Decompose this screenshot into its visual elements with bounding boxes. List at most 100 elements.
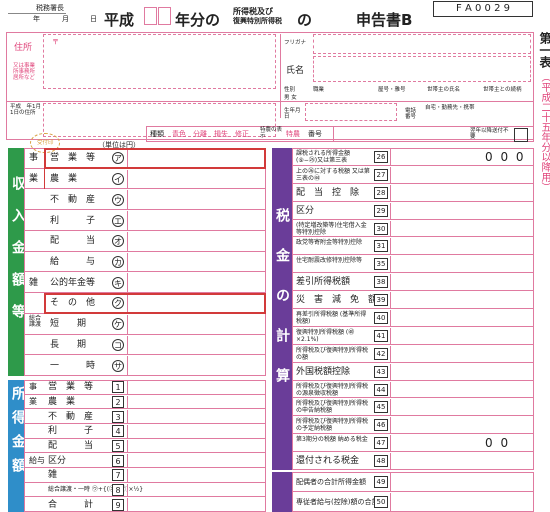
shotoku-amount-field[interactable] — [127, 454, 266, 467]
tax-row-label: 災 害 減 免 額 — [296, 295, 378, 306]
kind-option-separate[interactable]: 分離 — [193, 130, 207, 138]
income-row-label: 農 業 — [50, 174, 78, 185]
income-amount-field[interactable] — [127, 314, 266, 334]
shotoku-row-label: 合 計 — [48, 499, 94, 510]
name-field[interactable] — [313, 56, 531, 82]
income-row-label: 長 期 — [50, 339, 87, 350]
birth-field[interactable] — [305, 103, 397, 121]
shotoku-amount-field[interactable] — [127, 439, 266, 453]
tax-amount-field[interactable] — [390, 238, 533, 255]
tax-amount-field[interactable] — [390, 327, 533, 344]
shotoku-num: 2 — [112, 396, 124, 408]
tax-row-label: (特定増改築等)住宅借入金等特別控除 — [296, 221, 367, 236]
income-amount-field[interactable] — [127, 190, 266, 210]
furigana-label: フリガナ — [284, 40, 307, 46]
year-digit-2[interactable] — [158, 7, 171, 25]
address-field[interactable] — [43, 34, 276, 89]
shotoku-row-label: 雑 — [48, 470, 58, 481]
income-amount-field[interactable] — [127, 356, 266, 375]
income-row-label: 配 当 — [50, 236, 96, 247]
income-row-label: 公的年金等 — [50, 277, 96, 288]
office-suffix: 税務署長 — [36, 4, 64, 12]
tax-amount-field[interactable] — [390, 435, 533, 452]
tax-row-label: 所得税及び復興特別所得税の申告納税額 — [296, 400, 369, 415]
other-amount-field[interactable] — [390, 473, 533, 491]
kind-option-blue[interactable]: 青色 — [172, 130, 186, 138]
shotoku-amount-field[interactable] — [127, 469, 266, 482]
tax-row-label: 住宅耐震改修特別控除等 — [296, 257, 363, 265]
tax-amount-field[interactable] — [390, 184, 533, 201]
year-suffix: 年分の — [175, 11, 221, 29]
kind-option-amend[interactable]: 修正 — [235, 130, 249, 138]
income-amount-field[interactable] — [127, 211, 266, 230]
other-amount-field[interactable] — [390, 493, 533, 511]
other-section-bar — [272, 472, 292, 512]
side-note: （平成二十五年分以降用） — [539, 72, 550, 192]
jan1-address-label: 平成 年1月1日の住所 — [10, 104, 41, 116]
highlight-business — [44, 148, 266, 169]
income-amount-field[interactable] — [127, 231, 266, 251]
tax-amount-field[interactable] — [390, 256, 533, 273]
tax-row-label: 所得税及び復興特別所得税の源泉徴収税額 — [296, 382, 369, 397]
income-amount-field[interactable] — [127, 273, 266, 293]
date-day: 日 — [90, 15, 97, 23]
tax-amount-field[interactable] — [390, 345, 533, 362]
special-value[interactable]: 特農 — [286, 130, 300, 138]
tax-num: 40 — [374, 311, 388, 324]
tax-num: 27 — [374, 168, 388, 181]
tax-num: 48 — [374, 455, 388, 468]
furigana-field[interactable] — [313, 34, 531, 54]
phone-kinds: 自宅・勤務先・携帯 — [425, 105, 475, 111]
income-mark: コ — [112, 338, 124, 351]
tax-amount-field[interactable] — [390, 417, 533, 434]
income-amount-field[interactable] — [127, 169, 266, 189]
tax-amount-field[interactable] — [390, 399, 533, 416]
shotoku-amount-field[interactable] — [127, 395, 266, 409]
tax-row-label: 上の㉖に対する税額 又は第三表の㊹ — [296, 167, 370, 182]
shotoku-num: 9 — [112, 498, 124, 511]
tax-amount-field[interactable] — [390, 310, 533, 326]
date-year: 年 — [33, 15, 40, 23]
shotoku-amount-field[interactable] — [127, 425, 266, 438]
info-rule — [6, 101, 534, 102]
tax-amount-field[interactable] — [390, 166, 533, 183]
income-main-label: 業 — [29, 174, 39, 185]
name-label: 氏名 — [286, 66, 305, 76]
tax-amount-field[interactable] — [390, 292, 533, 308]
tax-amount-field[interactable] — [390, 381, 533, 398]
income-amount-field[interactable] — [127, 252, 266, 272]
stub-checkbox[interactable] — [514, 128, 528, 142]
tax-amount-field[interactable] — [390, 220, 533, 237]
shotoku-row-label: 利 子 — [48, 426, 94, 437]
shotoku-amount-field[interactable] — [127, 381, 266, 394]
number-field[interactable] — [333, 127, 452, 141]
shotoku-row-label: 農 業 — [48, 397, 76, 407]
tax-num: 31 — [374, 240, 388, 253]
kind-option-loss[interactable]: 損失 — [214, 130, 228, 138]
tax-num: 43 — [374, 365, 388, 378]
income-main-label: 事 — [29, 153, 39, 164]
tax-num: 29 — [374, 204, 388, 217]
shotoku-row-label: 不 動 産 — [48, 411, 94, 422]
shotoku-amount-field[interactable] — [127, 498, 266, 511]
tax-amount-field[interactable] — [390, 274, 533, 291]
tax-num: 30 — [374, 222, 388, 235]
shotoku-amount-field[interactable] — [127, 410, 266, 423]
tax-num: 42 — [374, 347, 388, 360]
income-mark: カ — [112, 256, 124, 268]
tax-amount-field[interactable] — [390, 202, 533, 219]
shotoku-amount-field[interactable] — [127, 483, 266, 497]
tax-amount-field[interactable] — [390, 453, 533, 469]
tax-amount-field[interactable] — [390, 363, 533, 380]
special-label: 特農の表示 — [260, 127, 283, 139]
income-section-bar: 収入金額等 — [8, 148, 26, 376]
income-row-label: 短 期 — [50, 319, 87, 330]
income-main-label: 総合譲渡 — [29, 314, 42, 328]
tax-num: 47 — [374, 437, 388, 450]
income-amount-field[interactable] — [127, 335, 266, 355]
tax-num: 35 — [374, 258, 388, 271]
shotoku-main-label: 給与 — [29, 455, 45, 465]
phone-label: 電話番号 — [405, 108, 417, 120]
year-digit-1[interactable] — [144, 7, 157, 25]
tax-row-label: 差引所得税額 — [296, 277, 351, 288]
